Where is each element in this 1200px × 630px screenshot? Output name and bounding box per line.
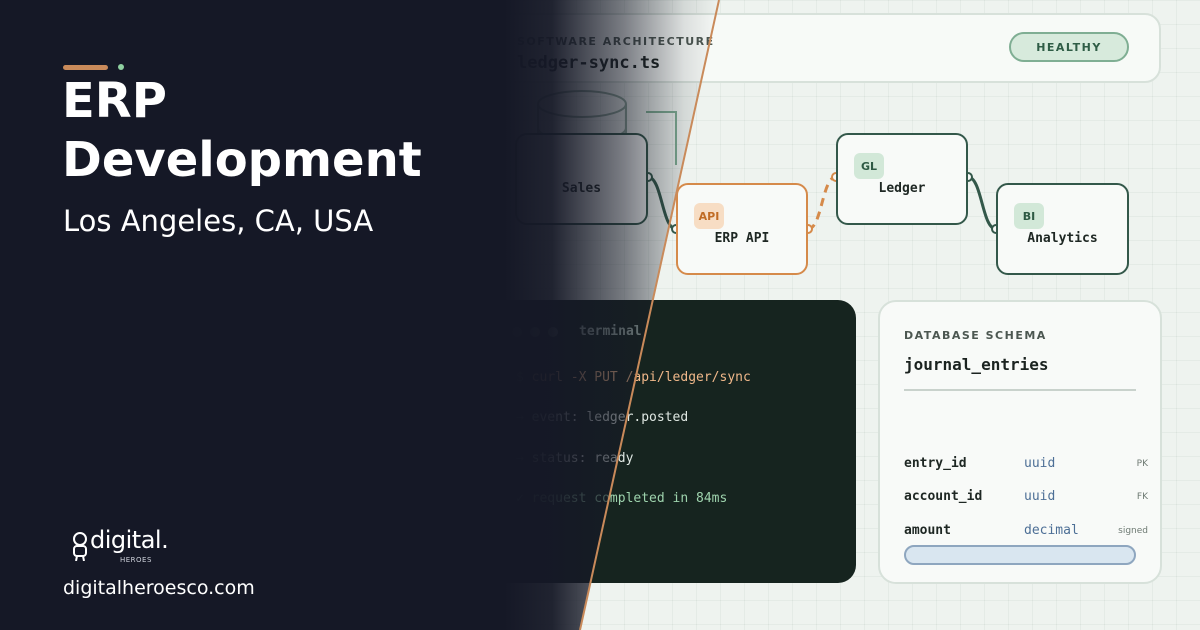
terminal-line: $ curl -X PUT /api/ledger/sync	[516, 370, 751, 385]
node-ledger: GL Ledger	[836, 133, 968, 225]
astronaut-icon	[73, 532, 87, 561]
terminal-success: request completed in 84ms	[531, 491, 728, 506]
api-to-ledger-connector	[807, 175, 837, 231]
ledger-to-analytics-connector	[967, 175, 997, 231]
database-schema-card: DATABASE SCHEMA journal_entries entry_id…	[878, 300, 1162, 584]
accent-dot	[118, 64, 124, 70]
node-sales-label: Sales	[561, 181, 602, 196]
terminal-output: status: ready	[531, 451, 634, 466]
window-dot-icon	[512, 327, 522, 337]
node-ledger-label: Ledger	[878, 181, 926, 196]
column-type: uuid	[1024, 489, 1056, 504]
window-dot-icon	[548, 327, 558, 337]
schema-highlight-bar	[904, 545, 1136, 565]
schema-row: entry_id uuid PK	[904, 456, 1148, 476]
accent-bar	[63, 65, 108, 70]
sales-to-api-connector	[647, 175, 677, 231]
logo-subtext: HEROES	[120, 556, 152, 564]
digital-heroes-logo: digital. HEROES	[70, 526, 180, 570]
prompt-icon: $	[516, 370, 532, 385]
column-name: entry_id	[904, 456, 967, 471]
node-sales: Sales	[515, 133, 648, 225]
gl-badge: GL	[854, 153, 884, 179]
node-erp-api-label: ERP API	[714, 231, 770, 246]
node-erp-api: API ERP API	[676, 183, 808, 275]
terminal-output: event: ledger.posted	[531, 410, 689, 425]
column-name: amount	[904, 523, 951, 538]
divider	[904, 389, 1136, 391]
schema-row: account_id uuid FK	[904, 489, 1148, 509]
website-url: digitalheroesco.com	[63, 577, 255, 599]
terminal-line: ✓ request completed in 84ms	[516, 491, 727, 506]
hero-title-line: ERP	[62, 73, 167, 129]
terminal-window: terminal $ curl -X PUT /api/ledger/sync …	[488, 300, 856, 583]
node-analytics-label: Analytics	[1027, 231, 1098, 246]
hero-title-line: Development	[62, 132, 422, 188]
bi-badge: BI	[1014, 203, 1044, 229]
arrow-right-icon: →	[516, 410, 532, 425]
location-text: Los Angeles, CA, USA	[63, 204, 374, 238]
arrow-right-icon: →	[516, 451, 532, 466]
logo-wordmark: digital.	[90, 526, 169, 554]
schema-eyebrow: DATABASE SCHEMA	[904, 329, 1047, 342]
terminal-command: curl -X PUT /api/ledger/sync	[531, 370, 751, 385]
banner: SOFTWARE ARCHITECTURE ledger-sync.ts HEA…	[0, 0, 1200, 630]
api-badge: API	[694, 203, 724, 229]
schema-table-name: journal_entries	[904, 355, 1049, 374]
column-key: FK	[1136, 492, 1148, 502]
schema-row: amount decimal signed	[904, 523, 1148, 543]
terminal-title: terminal	[579, 324, 642, 339]
column-name: account_id	[904, 489, 983, 504]
hero-title: ERP Development	[62, 72, 422, 190]
check-icon: ✓	[516, 491, 532, 506]
terminal-line: → status: ready	[516, 451, 633, 466]
window-dot-icon	[530, 327, 540, 337]
column-type: decimal	[1024, 523, 1079, 538]
column-key: signed	[1118, 526, 1148, 536]
node-analytics: BI Analytics	[996, 183, 1129, 275]
terminal-line: → event: ledger.posted	[516, 410, 688, 425]
column-type: uuid	[1024, 456, 1056, 471]
column-key: PK	[1136, 459, 1148, 469]
bracket-line	[646, 111, 677, 165]
